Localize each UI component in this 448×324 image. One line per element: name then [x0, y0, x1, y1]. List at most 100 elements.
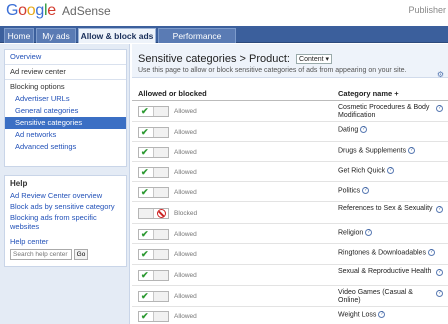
- breadcrumb-separator: >: [239, 53, 246, 65]
- table-row: ✔ Allowed Video Games (Casual & Online) …: [132, 287, 448, 307]
- sidebar-item-advanced-settings[interactable]: Advanced settings: [5, 141, 126, 153]
- help-question-icon[interactable]: ?: [360, 126, 368, 133]
- allow-block-toggle[interactable]: [138, 208, 169, 219]
- help-question-icon[interactable]: ?: [408, 147, 416, 154]
- checkmark-icon: ✔: [141, 311, 149, 321]
- table-header: Allowed or blocked Category name +: [132, 88, 448, 101]
- sidebar-item-sensitive-categories[interactable]: Sensitive categories: [5, 117, 126, 129]
- help-question-icon[interactable]: ?: [378, 311, 386, 318]
- help-question-icon[interactable]: ?: [436, 290, 443, 297]
- product-select-value: Content: [299, 56, 324, 64]
- settings-gear-icon[interactable]: ⚙: [437, 70, 444, 79]
- publisher-label[interactable]: Publisher: [408, 5, 446, 15]
- sidebar-nav: Overview Ad review center Blocking optio…: [4, 49, 127, 167]
- table-row: ✔ Allowed Get Rich Quick ?: [132, 163, 448, 182]
- checkmark-icon: ✔: [141, 229, 149, 239]
- tab-allow-block-ads[interactable]: Allow & block ads: [78, 28, 156, 43]
- allow-block-toggle[interactable]: ✔: [138, 291, 169, 302]
- status-text: Allowed: [174, 129, 197, 136]
- allow-block-toggle[interactable]: ✔: [138, 311, 169, 322]
- divider: [5, 64, 126, 65]
- help-center-link[interactable]: Help center: [5, 236, 126, 247]
- help-link-block-ads-by-sensitive-category[interactable]: Block ads by sensitive category: [5, 201, 126, 212]
- help-search: Go: [10, 249, 121, 260]
- product-name: AdSense: [62, 4, 111, 18]
- column-header-category[interactable]: Category name +: [338, 89, 399, 98]
- status-text: Allowed: [174, 108, 197, 115]
- chevron-down-icon: ▾: [325, 56, 330, 64]
- help-search-input[interactable]: [10, 249, 72, 260]
- sidebar-item-advertiser-urls[interactable]: Advertiser URLs: [5, 93, 126, 105]
- page-title: Sensitive categories > Product: Content …: [138, 53, 333, 65]
- checkmark-icon: ✔: [141, 187, 149, 197]
- help-link-ad-review-center-overview[interactable]: Ad Review Center overview: [5, 190, 126, 201]
- sidebar-item-ad-review-center[interactable]: Ad review center: [5, 66, 126, 78]
- status-text: Allowed: [174, 251, 197, 258]
- google-wordmark: Google: [6, 2, 56, 19]
- help-question-icon[interactable]: ?: [362, 187, 370, 194]
- product-select[interactable]: Content ▾: [296, 54, 333, 65]
- sidebar: Overview Ad review center Blocking optio…: [0, 44, 130, 324]
- allow-block-toggle[interactable]: ✔: [138, 147, 169, 158]
- allow-block-toggle[interactable]: ✔: [138, 270, 169, 281]
- page-description: Use this page to allow or block sensitiv…: [138, 67, 407, 74]
- checkmark-icon: ✔: [141, 127, 149, 137]
- table-row: ✔ Allowed Weight Loss ?: [132, 308, 448, 324]
- status-text: Allowed: [174, 189, 197, 196]
- category-name: Dating ?: [338, 126, 434, 134]
- main-content: Sensitive categories > Product: Content …: [132, 44, 448, 324]
- allow-block-toggle[interactable]: ✔: [138, 106, 169, 117]
- tab-home[interactable]: Home: [4, 28, 34, 43]
- column-header-status[interactable]: Allowed or blocked: [138, 89, 207, 98]
- allow-block-toggle[interactable]: ✔: [138, 167, 169, 178]
- allow-block-toggle[interactable]: ✔: [138, 249, 169, 260]
- table-row: Blocked References to Sex & Sexuality ?: [132, 203, 448, 224]
- page-title-text: Sensitive categories: [138, 53, 237, 65]
- help-panel: Help Ad Review Center overview Block ads…: [4, 175, 127, 267]
- help-title: Help: [10, 179, 28, 188]
- adsense-logo[interactable]: Google AdSense: [6, 2, 111, 20]
- table-row: ✔ Allowed Drugs & Supplements ?: [132, 143, 448, 162]
- sidebar-item-ad-networks[interactable]: Ad networks: [5, 129, 126, 141]
- category-name: Cosmetic Procedures & Body Modification: [338, 104, 430, 119]
- header: Google AdSense Publisher: [0, 0, 448, 26]
- allow-block-toggle[interactable]: ✔: [138, 127, 169, 138]
- table-row: ✔ Allowed Sexual & Reproductive Health ?: [132, 266, 448, 286]
- help-question-icon[interactable]: ?: [436, 269, 443, 276]
- checkmark-icon: ✔: [141, 167, 149, 177]
- sidebar-item-overview[interactable]: Overview: [5, 51, 126, 63]
- tab-my-ads[interactable]: My ads: [36, 28, 76, 43]
- status-text: Allowed: [174, 313, 197, 320]
- checkmark-icon: ✔: [141, 106, 149, 116]
- allow-block-toggle[interactable]: ✔: [138, 229, 169, 240]
- category-name: Sexual & Reproductive Health: [338, 268, 432, 275]
- checkmark-icon: ✔: [141, 147, 149, 157]
- help-question-icon[interactable]: ?: [427, 249, 435, 256]
- category-name: Ringtones & Downloadables ?: [338, 249, 438, 257]
- checkmark-icon: ✔: [141, 249, 149, 259]
- help-search-go-button[interactable]: Go: [74, 249, 88, 260]
- help-link-blocking-ads-from-websites[interactable]: Blocking ads from specific websites: [5, 212, 126, 232]
- category-name: Video Games (Casual & Online): [338, 289, 413, 304]
- sidebar-item-general-categories[interactable]: General categories: [5, 105, 126, 117]
- category-name: Politics ?: [338, 187, 434, 195]
- tab-performance-reports[interactable]: Performance reports: [158, 28, 236, 56]
- divider: [5, 79, 126, 80]
- status-text: Allowed: [174, 272, 197, 279]
- category-name: Weight Loss ?: [338, 311, 434, 319]
- checkmark-icon: ✔: [141, 270, 149, 280]
- table-row: ✔ Allowed Religion ?: [132, 225, 448, 244]
- blocked-icon: [157, 209, 166, 218]
- help-question-icon[interactable]: ?: [365, 229, 373, 236]
- tab-bar: Home My ads Allow & block ads Performanc…: [0, 26, 448, 56]
- table-row: ✔ Allowed Cosmetic Procedures & Body Mod…: [132, 102, 448, 122]
- status-text: Allowed: [174, 293, 197, 300]
- checkmark-icon: ✔: [141, 291, 149, 301]
- status-text: Allowed: [174, 149, 197, 156]
- help-question-icon[interactable]: ?: [387, 167, 395, 174]
- status-text: Blocked: [174, 210, 198, 217]
- help-question-icon[interactable]: ?: [436, 105, 443, 112]
- category-name: Drugs & Supplements ?: [338, 147, 434, 155]
- help-question-icon[interactable]: ?: [436, 206, 443, 213]
- allow-block-toggle[interactable]: ✔: [138, 187, 169, 198]
